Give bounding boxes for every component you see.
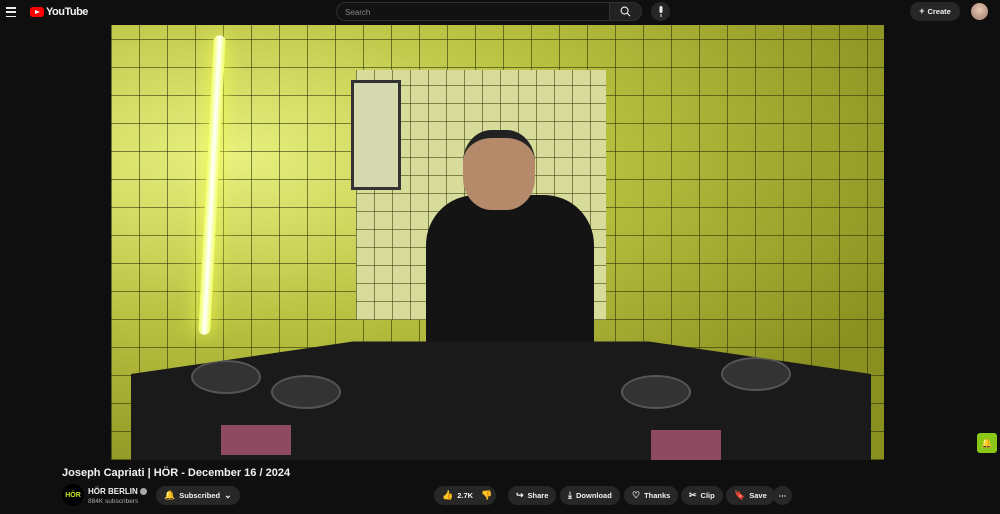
download-label: Download: [575, 491, 612, 500]
top-bar: YouTube Search + Create: [0, 0, 1000, 25]
chevron-down-icon: ⌄: [224, 490, 232, 500]
create-button[interactable]: + Create: [910, 2, 960, 21]
subscribed-button[interactable]: 🔔 Subscribed ⌄: [156, 486, 240, 505]
dislike-button[interactable]: 👎: [481, 491, 492, 500]
channel-avatar[interactable]: HÖR: [62, 484, 84, 506]
logo-text: YouTube: [46, 6, 88, 18]
video-frame-door: [351, 80, 401, 190]
like-count: 2.7K: [457, 491, 474, 500]
share-button[interactable]: ↪ Share: [508, 486, 557, 505]
subscriber-count: 884K subscribers: [88, 498, 139, 505]
bell-icon: 🔔: [164, 490, 176, 500]
save-label: Save: [749, 491, 767, 500]
share-label: Share: [527, 491, 549, 500]
youtube-play-icon: [30, 7, 44, 17]
voice-search-button[interactable]: [651, 2, 670, 21]
clip-button[interactable]: ✂ Clip: [681, 486, 723, 505]
video-player[interactable]: [111, 25, 884, 460]
search-button[interactable]: [609, 2, 642, 21]
search-icon: [620, 6, 631, 17]
video-title: Joseph Capriati | HÖR - December 16 / 20…: [62, 467, 291, 479]
channel-name[interactable]: HÖR BERLIN: [88, 487, 147, 496]
clip-label: Clip: [700, 491, 715, 500]
thanks-button[interactable]: ♡ Thanks: [624, 486, 679, 505]
subscribed-label: Subscribed: [179, 491, 221, 500]
share-icon: ↪: [516, 490, 524, 500]
menu-icon[interactable]: [6, 7, 16, 17]
verified-icon: [139, 488, 147, 495]
more-actions-button[interactable]: ⋯: [773, 486, 792, 505]
create-label: Create: [927, 7, 951, 16]
scissors-icon: ✂: [689, 490, 697, 500]
video-frame-dj-head: [463, 130, 535, 210]
youtube-logo[interactable]: YouTube: [30, 6, 88, 18]
plus-icon: +: [919, 6, 925, 16]
more-icon: ⋯: [778, 491, 787, 500]
like-dislike-group: 👍 2.7K 👎: [434, 486, 496, 505]
like-button[interactable]: 👍: [442, 491, 453, 500]
bell-icon: 🔔: [981, 437, 993, 448]
download-icon: ⤓: [568, 490, 572, 500]
channel-name-text: HÖR BERLIN: [88, 487, 138, 496]
video-frame-dj-decks: [131, 341, 871, 460]
bookmark-icon: 🔖: [734, 490, 746, 500]
video-frame-light-tube: [198, 34, 226, 336]
search-input[interactable]: Search: [336, 2, 610, 21]
notification-bell-button[interactable]: 🔔: [977, 433, 997, 453]
download-button[interactable]: ⤓ Download: [560, 486, 620, 505]
thanks-heart-icon: ♡: [632, 490, 641, 500]
thanks-label: Thanks: [644, 491, 671, 500]
save-button[interactable]: 🔖 Save: [726, 486, 775, 505]
user-avatar[interactable]: [971, 3, 988, 20]
microphone-icon: [659, 6, 662, 17]
